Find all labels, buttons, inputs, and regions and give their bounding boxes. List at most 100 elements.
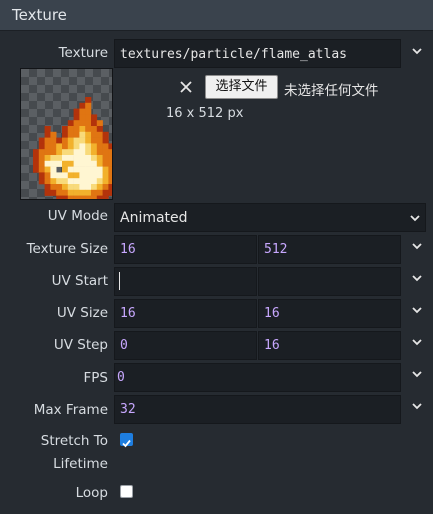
close-icon[interactable] — [178, 79, 194, 95]
flame-pixel — [73, 155, 80, 162]
flame-pixel — [79, 166, 86, 173]
flame-pixel — [85, 195, 92, 199]
flame-pixel — [91, 131, 98, 138]
flame-pixel — [102, 137, 109, 144]
stretch-to-lifetime-checkbox[interactable] — [120, 433, 133, 448]
flame-pixel — [85, 97, 92, 104]
fps-label: FPS — [83, 370, 108, 386]
texture-size-y-input[interactable]: 512 — [258, 235, 401, 264]
uv-size-y-input[interactable]: 16 — [258, 299, 401, 328]
flame-pixel — [79, 189, 86, 196]
flame-pixel — [96, 126, 103, 133]
flame-pixel — [73, 137, 80, 144]
flame-pixel — [67, 195, 74, 199]
section-header[interactable]: Texture — [0, 0, 433, 31]
flame-pixel — [62, 149, 69, 156]
flame-pixel — [67, 184, 74, 191]
uv-size-x-value: 16 — [120, 306, 136, 321]
chevron-down-icon[interactable] — [410, 271, 424, 285]
flame-pixel — [91, 178, 98, 185]
flame-pixel — [56, 195, 63, 199]
uv-step-y-input[interactable]: 16 — [258, 331, 401, 360]
flame-pixel — [108, 172, 112, 179]
flame-pixel — [38, 155, 45, 162]
flame-pixel — [79, 137, 86, 144]
flame-pixel — [73, 166, 80, 173]
uv-step-label: UV Step — [53, 337, 108, 353]
flame-pixel — [50, 172, 57, 179]
flame-pixel — [44, 131, 51, 138]
flame-pixel — [85, 189, 92, 196]
flame-pixel — [79, 102, 86, 109]
flame-pixel — [62, 143, 69, 150]
chevron-down-icon[interactable] — [410, 367, 424, 381]
flame-pixel — [85, 184, 92, 191]
chevron-down-icon[interactable] — [410, 303, 424, 317]
flame-pixel — [73, 120, 80, 127]
chevron-down-icon[interactable] — [410, 335, 424, 349]
flame-pixel — [108, 143, 112, 150]
flame-pixel — [79, 143, 86, 150]
uv-step-x-input[interactable]: 0 — [114, 331, 257, 360]
flame-pixel — [96, 178, 103, 185]
flame-pixel — [62, 131, 69, 138]
uv-mode-select[interactable]: Animated — [114, 203, 426, 232]
flame-pixel — [73, 126, 80, 133]
flame-pixel — [79, 114, 86, 121]
flame-pixel — [67, 172, 74, 179]
flame-pixel — [85, 131, 92, 138]
uv-mode-value: Animated — [120, 210, 188, 226]
flame-pixel — [50, 178, 57, 185]
flame-pixel — [38, 160, 45, 167]
texture-preview — [20, 68, 113, 200]
flame-pixel — [73, 114, 80, 121]
flame-pixel — [102, 184, 109, 191]
flame-pixel — [67, 155, 74, 162]
chevron-down-icon[interactable] — [410, 239, 424, 253]
flame-pixel — [73, 189, 80, 196]
chevron-down-icon[interactable] — [410, 44, 424, 58]
flame-pixel — [85, 137, 92, 144]
flame-pixel — [96, 131, 103, 138]
flame-pixel — [67, 137, 74, 144]
flame-pixel — [73, 178, 80, 185]
flame-pixel — [91, 143, 98, 150]
flame-pixel — [67, 149, 74, 156]
uv-start-x-input[interactable] — [114, 267, 257, 296]
flame-pixel — [50, 149, 57, 156]
uv-start-y-input[interactable] — [258, 267, 401, 296]
flame-pixel — [73, 172, 80, 179]
fps-input[interactable]: 0 — [114, 363, 401, 392]
flame-pixel — [50, 137, 57, 144]
flame-pixel — [67, 166, 74, 173]
texture-path-field[interactable]: textures/particle/flame_atlas — [114, 39, 401, 68]
chevron-down-icon[interactable] — [410, 399, 424, 413]
flame-pixel — [44, 189, 51, 196]
flame-pixel — [108, 160, 112, 167]
flame-pixel — [108, 155, 112, 162]
checkmark-icon — [122, 439, 131, 448]
flame-pixel — [73, 131, 80, 138]
flame-pixel — [102, 149, 109, 156]
flame-pixel — [56, 189, 63, 196]
flame-pixel — [85, 155, 92, 162]
flame-pixel — [85, 126, 92, 133]
flame-pixel — [96, 184, 103, 191]
flame-pixel — [108, 178, 112, 185]
flame-pixel — [102, 189, 109, 196]
flame-pixel — [73, 149, 80, 156]
loop-checkbox[interactable] — [120, 485, 133, 498]
flame-pixel — [85, 120, 92, 127]
flame-pixel — [50, 131, 57, 138]
max-frame-input[interactable]: 32 — [114, 395, 401, 424]
flame-pixel — [96, 120, 103, 127]
flame-pixel — [79, 160, 86, 167]
uv-size-x-input[interactable]: 16 — [114, 299, 257, 328]
flame-pixel — [91, 155, 98, 162]
choose-file-button[interactable]: 选择文件 — [205, 75, 278, 99]
flame-pixel — [91, 137, 98, 144]
texture-size-x-input[interactable]: 16 — [114, 235, 257, 264]
flame-pixel — [62, 137, 69, 144]
flame-pixel — [91, 120, 98, 127]
flame-pixel — [102, 195, 109, 199]
